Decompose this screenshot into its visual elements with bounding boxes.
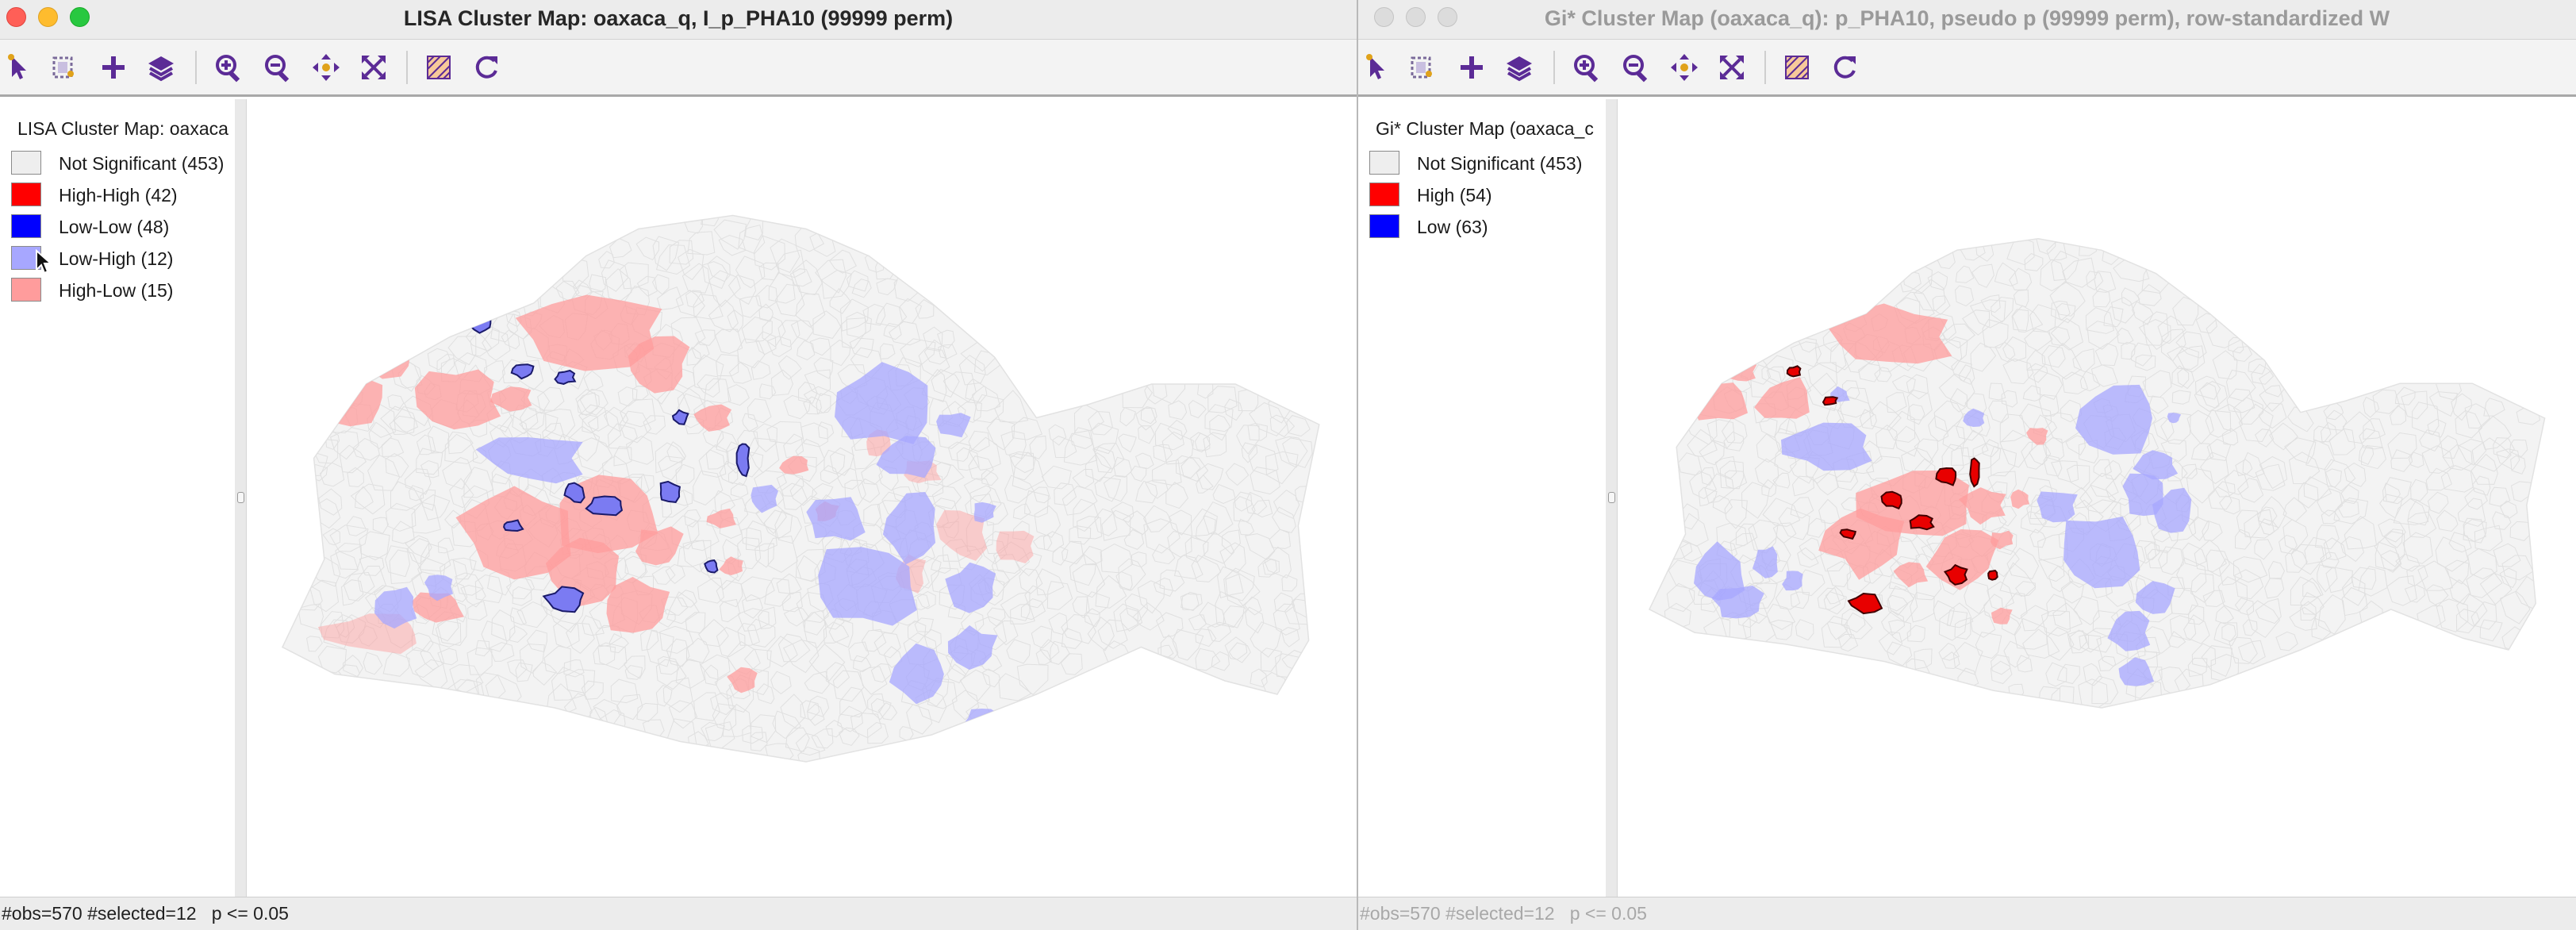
refresh-icon[interactable] bbox=[468, 49, 505, 86]
add-icon[interactable] bbox=[1453, 49, 1490, 86]
toolbar-separator bbox=[1764, 51, 1766, 84]
status-text: #obs=570 #selected=12 p <= 0.05 bbox=[1360, 903, 1647, 924]
legend-swatch[interactable] bbox=[11, 183, 41, 206]
high-low-region[interactable] bbox=[470, 267, 514, 302]
lisa-cluster-map-window: LISA Cluster Map: oaxaca_q, I_p_PHA10 (9… bbox=[0, 0, 1358, 930]
legend-splitter[interactable] bbox=[235, 99, 247, 897]
cluster-map-canvas[interactable] bbox=[1618, 99, 2576, 897]
legend-swatch[interactable] bbox=[11, 214, 41, 238]
map-toggle-icon[interactable] bbox=[1779, 49, 1815, 86]
status-bar: #obs=570 #selected=12 p <= 0.05 bbox=[0, 897, 1357, 930]
legend-swatch[interactable] bbox=[1369, 151, 1399, 175]
window-title: Gi* Cluster Map (oaxaca_q): p_PHA10, pse… bbox=[1544, 6, 2390, 30]
selected-high-region[interactable] bbox=[1829, 271, 1851, 286]
status-bar: #obs=570 #selected=12 p <= 0.05 bbox=[1358, 897, 2576, 930]
window-title: LISA Cluster Map: oaxaca_q, I_p_PHA10 (9… bbox=[403, 6, 954, 30]
legend-swatch[interactable] bbox=[11, 246, 41, 270]
selected-high-region[interactable] bbox=[1786, 365, 1802, 378]
selected-low-high-region[interactable] bbox=[539, 253, 565, 272]
selected-high-region[interactable] bbox=[1969, 457, 1980, 488]
status-text: #obs=570 #selected=12 p <= 0.05 bbox=[2, 903, 289, 924]
toolbar-separator bbox=[1553, 51, 1555, 84]
legend-swatch[interactable] bbox=[1369, 214, 1399, 238]
map-toolbar bbox=[0, 40, 1357, 97]
high-low-region[interactable] bbox=[1722, 359, 1757, 382]
high-low-region[interactable] bbox=[357, 335, 410, 379]
legend-title: Gi* Cluster Map (oaxaca_c bbox=[1376, 118, 1594, 139]
select-pointer-icon[interactable] bbox=[1360, 49, 1396, 86]
legend-label: High-High (42) bbox=[59, 185, 178, 206]
title-bar[interactable]: LISA Cluster Map: oaxaca_q, I_p_PHA10 (9… bbox=[0, 0, 1357, 40]
selected-high-region[interactable] bbox=[1756, 315, 1776, 333]
legend-title: LISA Cluster Map: oaxaca bbox=[17, 118, 228, 139]
select-pointer-icon[interactable] bbox=[2, 49, 38, 86]
oaxaca-municipalities-map[interactable] bbox=[247, 99, 1355, 897]
toolbar-separator bbox=[406, 51, 408, 84]
high-low-region[interactable] bbox=[319, 367, 383, 427]
legend-label: Not Significant (453) bbox=[59, 153, 225, 174]
selected-high-region[interactable] bbox=[1822, 396, 1839, 406]
cluster-map-canvas[interactable] bbox=[247, 99, 1355, 897]
pan-icon[interactable] bbox=[308, 49, 344, 86]
map-legend: LISA Cluster Map: oaxaca Not Significant… bbox=[0, 99, 236, 897]
legend-swatch[interactable] bbox=[11, 278, 41, 302]
select-tool-icon[interactable] bbox=[1404, 49, 1441, 86]
legend-swatch[interactable] bbox=[1369, 183, 1399, 206]
map-toolbar bbox=[1358, 40, 2576, 97]
fit-extent-icon[interactable] bbox=[1714, 49, 1750, 86]
selected-high-region[interactable] bbox=[1987, 570, 1998, 581]
map-legend: Gi* Cluster Map (oaxaca_c Not Significan… bbox=[1358, 99, 1607, 897]
title-bar[interactable]: Gi* Cluster Map (oaxaca_q): p_PHA10, pse… bbox=[1358, 0, 2576, 40]
gi-star-cluster-map-window: Gi* Cluster Map (oaxaca_q): p_PHA10, pse… bbox=[1358, 0, 2576, 930]
splitter-grip-icon[interactable] bbox=[237, 492, 244, 503]
legend-label: Low (63) bbox=[1417, 217, 1488, 237]
legend-splitter[interactable] bbox=[1606, 99, 1618, 897]
legend-label: Not Significant (453) bbox=[1417, 153, 1583, 174]
select-tool-icon[interactable] bbox=[46, 49, 83, 86]
map-toggle-icon[interactable] bbox=[420, 49, 457, 86]
pan-icon[interactable] bbox=[1666, 49, 1703, 86]
oaxaca-municipalities-map[interactable] bbox=[1618, 99, 2576, 897]
high-low-region[interactable] bbox=[996, 530, 1035, 563]
fit-extent-icon[interactable] bbox=[355, 49, 392, 86]
toolbar-separator bbox=[195, 51, 197, 84]
high-low-region[interactable] bbox=[1798, 287, 1830, 315]
refresh-icon[interactable] bbox=[1826, 49, 1863, 86]
legend-label: High-Low (15) bbox=[59, 280, 174, 301]
layers-icon[interactable] bbox=[1501, 49, 1538, 86]
legend-label: High (54) bbox=[1417, 185, 1492, 206]
legend-swatch[interactable] bbox=[11, 151, 41, 175]
add-icon[interactable] bbox=[95, 49, 132, 86]
zoom-in-icon[interactable] bbox=[210, 49, 247, 86]
zoom-out-icon[interactable] bbox=[1618, 49, 1654, 86]
splitter-grip-icon[interactable] bbox=[1608, 492, 1615, 503]
zoom-in-icon[interactable] bbox=[1568, 49, 1605, 86]
zoom-out-icon[interactable] bbox=[259, 49, 296, 86]
legend-label: Low-Low (48) bbox=[59, 217, 170, 237]
legend-label: Low-High (12) bbox=[59, 248, 174, 269]
layers-icon[interactable] bbox=[143, 49, 179, 86]
